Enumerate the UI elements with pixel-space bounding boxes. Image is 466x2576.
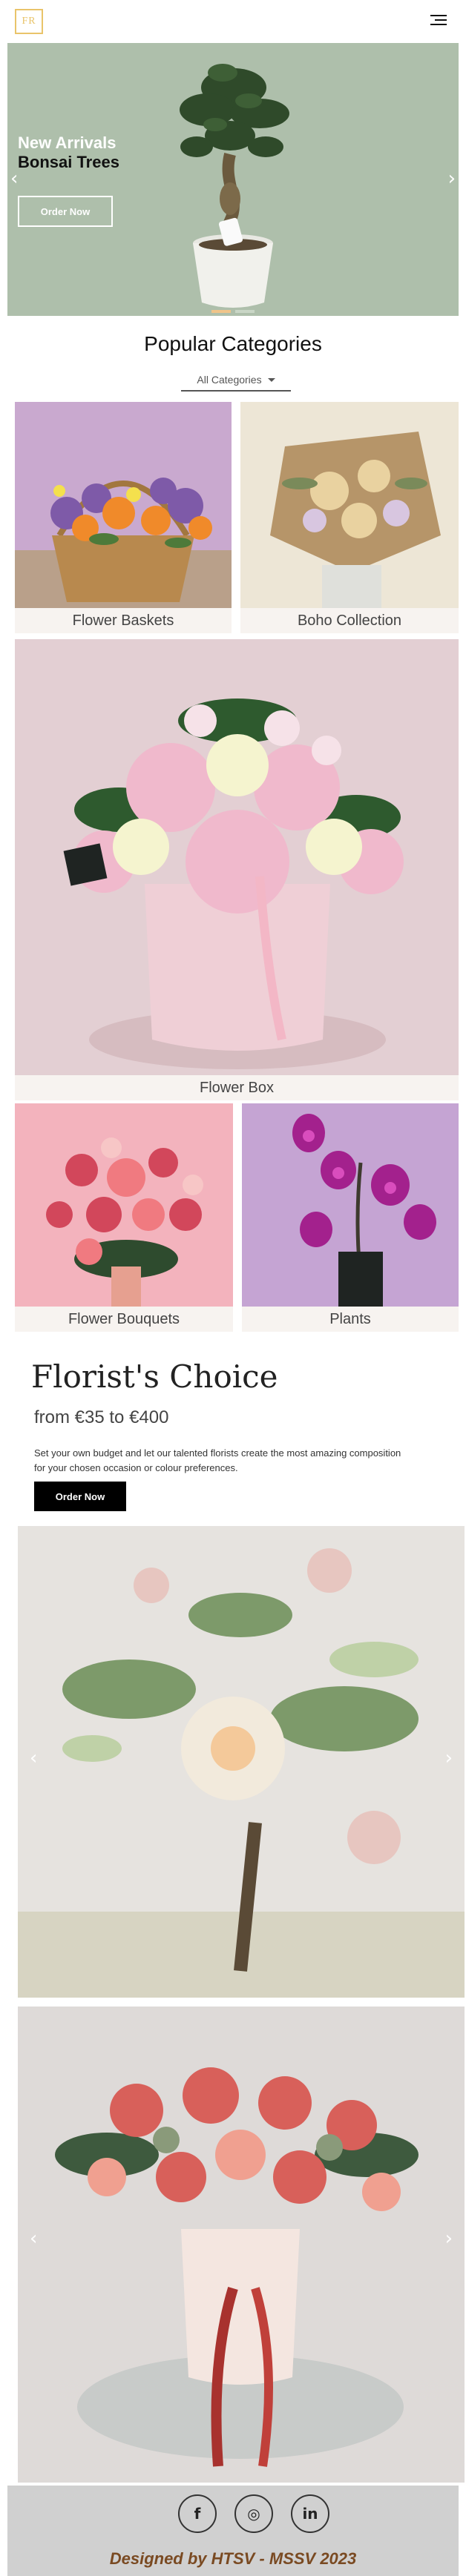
category-select-value: All Categories (197, 374, 262, 386)
linkedin-icon[interactable]: in (291, 2494, 329, 2533)
slider-indicators (211, 310, 255, 313)
site-footer: f ◎ in Designed by HTSV - MSSV 2023 (7, 2486, 459, 2576)
site-logo[interactable]: FR (15, 9, 43, 34)
category-tile-plants[interactable]: Plants (242, 1103, 459, 1332)
category-tile-flower-box[interactable]: Flower Box (15, 639, 459, 1100)
category-tile-flower-bouquets[interactable]: Flower Bouquets (15, 1103, 233, 1332)
gallery-slide-2: ‹ › (18, 2007, 465, 2483)
florists-choice-title: Florist's Choice (31, 1358, 278, 1395)
categories-heading: Popular Categories (144, 332, 322, 355)
chevron-left-icon[interactable]: ‹ (30, 2229, 37, 2248)
flower-box-image (15, 639, 459, 1075)
hero-order-now-button[interactable]: Order Now (18, 196, 113, 227)
category-tile-flower-baskets[interactable]: Flower Baskets (15, 402, 232, 633)
facebook-icon[interactable]: f (178, 2494, 217, 2533)
hero-slider: New Arrivals Bonsai Trees Order Now ‹ › (7, 43, 459, 316)
hero-title-line1: New Arrivals (18, 133, 116, 152)
chevron-right-icon[interactable]: › (445, 1748, 453, 1768)
gallery-image-1 (18, 1526, 465, 1998)
caret-down-icon (267, 377, 275, 382)
category-select[interactable]: All Categories (181, 369, 291, 392)
category-label: Flower Box (15, 1075, 459, 1100)
boho-collection-image (240, 402, 459, 608)
chevron-left-icon[interactable]: ‹ (30, 1748, 37, 1768)
flower-baskets-image (15, 402, 232, 608)
slider-indicator-1[interactable] (211, 310, 231, 313)
gallery-image-2 (18, 2007, 465, 2483)
florists-choice-price-range: from €35 to €400 (34, 1407, 169, 1427)
category-tile-boho-collection[interactable]: Boho Collection (240, 402, 459, 633)
gallery-slide-1: ‹ › (18, 1526, 465, 1998)
hero-title-line2: Bonsai Trees (18, 153, 119, 171)
category-label: Plants (242, 1307, 459, 1332)
site-header: FR (0, 0, 466, 43)
chevron-right-icon[interactable]: › (448, 169, 456, 188)
bonsai-tree-image (180, 64, 289, 308)
chevron-left-icon[interactable]: ‹ (10, 169, 18, 188)
category-label: Flower Baskets (15, 608, 232, 633)
category-label: Boho Collection (240, 608, 459, 633)
flower-bouquets-image (15, 1103, 233, 1307)
florists-choice-order-now-button[interactable]: Order Now (34, 1482, 126, 1511)
plants-image (242, 1103, 459, 1307)
category-label: Flower Bouquets (15, 1307, 233, 1332)
slider-indicator-2[interactable] (235, 310, 255, 313)
hamburger-menu-icon[interactable] (430, 15, 447, 28)
chevron-right-icon[interactable]: › (445, 2229, 453, 2248)
instagram-icon[interactable]: ◎ (234, 2494, 273, 2533)
florists-choice-description: Set your own budget and let our talented… (34, 1447, 401, 1473)
footer-credit: Designed by HTSV - MSSV 2023 (109, 2549, 357, 2568)
